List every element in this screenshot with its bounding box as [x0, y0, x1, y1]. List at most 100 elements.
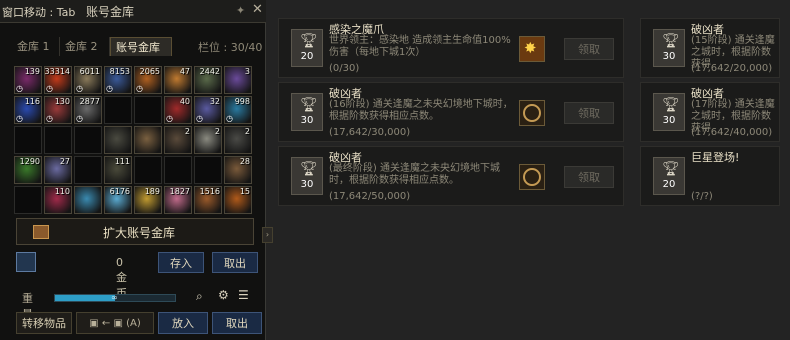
storage-item-slot[interactable]: 139 ◷ [14, 66, 42, 94]
storage-item-slot[interactable]: 2877 ◷ [74, 96, 102, 124]
storage-item-slot[interactable]: 6011 ◷ [74, 66, 102, 94]
storage-item-slot[interactable] [104, 126, 132, 154]
item-count: 139 [24, 67, 40, 76]
weight-bar: ∞ [54, 293, 176, 302]
clock-icon: ◷ [226, 114, 233, 123]
item-count: 1516 [199, 187, 220, 196]
expand-storage-button[interactable]: 扩大账号金库 [16, 218, 254, 245]
claim-button[interactable]: 领取 [564, 102, 614, 124]
gear-icon[interactable]: ⚙ [218, 288, 229, 302]
storage-item-slot[interactable]: 40 ◷ [164, 96, 192, 124]
withdraw-button[interactable]: 取出 [212, 252, 258, 273]
storage-empty-slot[interactable] [164, 156, 192, 184]
storage-item-slot[interactable]: 28 [224, 156, 252, 184]
storage-item-slot[interactable]: 998 ◷ [224, 96, 252, 124]
achievement-desc: (最终阶段) 通关逢魔之未央幻境地下城时，根据阶数获得相应点数。 [329, 163, 500, 186]
transfer-mode-toggle[interactable]: ▣ ← ▣ (A) [76, 312, 154, 334]
trophy-icon: 🏆︎ [662, 97, 680, 113]
reward-item[interactable]: ✸ [519, 36, 545, 62]
storage-empty-slot[interactable] [14, 186, 42, 214]
storage-item-slot[interactable]: 27 [44, 156, 72, 184]
storage-item-slot[interactable]: 1290 [14, 156, 42, 184]
put-in-button[interactable]: 放入 [158, 312, 208, 334]
achievement-points: 20 [662, 179, 676, 190]
achievement-card: 🏆︎ 30 破凶者 (15阶段) 通关逢魔之城时，根据阶数获得 (17,642/20,0… [640, 18, 780, 78]
storage-empty-slot[interactable] [14, 126, 42, 154]
list-icon[interactable]: ☰ [238, 288, 249, 302]
storage-item-slot[interactable]: 2065 ◷ [134, 66, 162, 94]
achievement-desc: 世界领主：感染地 造成领主生命值100%伤害（每地下城1次） [329, 35, 511, 58]
storage-item-slot[interactable]: 116 ◷ [14, 96, 42, 124]
achievement-title: 巨星登场! [691, 151, 740, 164]
storage-empty-slot[interactable] [74, 156, 102, 184]
storage-item-slot[interactable]: 32 ◷ [194, 96, 222, 124]
item-count: 130 [54, 97, 70, 106]
storage-empty-slot[interactable] [104, 96, 132, 124]
search-icon[interactable]: ⌕ [196, 289, 203, 304]
achievement-progress: (17,642/20,000) [691, 63, 773, 74]
storage-item-slot[interactable]: 2 [224, 126, 252, 154]
storage-item-slot[interactable]: 130 ◷ [44, 96, 72, 124]
storage-item-slot[interactable]: 2 [194, 126, 222, 154]
storage-item-slot[interactable] [74, 186, 102, 214]
item-count: 28 [239, 157, 250, 166]
trophy-icon: 🏆︎ [300, 161, 318, 177]
item-count: 3 [244, 67, 250, 76]
claim-button[interactable]: 领取 [564, 38, 614, 60]
tab-account-storage[interactable]: 账号金库 [110, 37, 172, 56]
storage-empty-slot[interactable] [194, 156, 222, 184]
storage-item-slot[interactable]: 1827 [164, 186, 192, 214]
achievement-progress: (17,642/30,000) [329, 127, 411, 138]
claim-button[interactable]: 领取 [564, 166, 614, 188]
item-count: 32 [209, 97, 220, 106]
item-count: 2877 [79, 97, 100, 106]
reward-item[interactable] [519, 100, 545, 126]
storage-item-slot[interactable]: 15 [224, 186, 252, 214]
item-count: 33314 [44, 67, 70, 76]
trophy-badge: 🏆︎ 30 [653, 29, 685, 67]
storage-empty-slot[interactable] [44, 126, 72, 154]
storage-item-slot[interactable]: 189 [134, 186, 162, 214]
storage-item-slot[interactable]: 8153 ◷ [104, 66, 132, 94]
item-count: 8153 [109, 67, 130, 76]
storage-item-slot[interactable]: 110 [44, 186, 72, 214]
storage-empty-slot[interactable] [74, 126, 102, 154]
storage-item-slot[interactable]: 111 [104, 156, 132, 184]
storage-empty-slot[interactable] [134, 156, 162, 184]
storage-item-slot[interactable]: 47 [164, 66, 192, 94]
achievement-card: 🏆︎ 20 感染之魔爪 世界领主：感染地 造成领主生命值100%伤害（每地下城1次）(… [278, 18, 624, 78]
tab-storage-1[interactable]: 金库 1 [12, 37, 60, 56]
deposit-button[interactable]: 存入 [158, 252, 204, 273]
trophy-badge: 🏆︎ 30 [291, 157, 323, 195]
collapse-handle-icon[interactable]: › [262, 227, 273, 243]
item-count: 110 [54, 187, 70, 196]
storage-item-slot[interactable]: 2442 [194, 66, 222, 94]
transfer-items-button[interactable]: 转移物品 [16, 312, 72, 334]
item-count: 116 [24, 97, 40, 106]
take-out-button[interactable]: 取出 [212, 312, 262, 334]
storage-empty-slot[interactable] [134, 96, 162, 124]
achievement-points: 30 [300, 115, 314, 126]
account-storage-window: 窗口移动 : Tab 账号金库 ✦ ✕ 金库 1 金库 2 账号金库 栏位 : … [0, 0, 266, 340]
storage-item-slot[interactable]: 33314 ◷ [44, 66, 72, 94]
storage-item-slot[interactable]: 2 [164, 126, 192, 154]
storage-item-slot[interactable]: 1516 [194, 186, 222, 214]
close-icon[interactable]: ✕ [252, 2, 263, 17]
storage-item-slot[interactable] [134, 126, 162, 154]
clock-icon: ◷ [46, 114, 53, 123]
storage-item-slot[interactable]: 6176 [104, 186, 132, 214]
window-title: 账号金库 [86, 5, 135, 19]
item-count: 2442 [199, 67, 220, 76]
window-titlebar[interactable]: 窗口移动 : Tab 账号金库 ✦ ✕ [0, 0, 266, 23]
clock-icon: ◷ [196, 114, 203, 123]
reward-item[interactable] [519, 164, 545, 190]
pin-icon[interactable]: ✦ [236, 4, 245, 17]
tab-storage-2[interactable]: 金库 2 [60, 37, 110, 56]
achievement-desc: (16阶段) 通关逢魔之未央幻境地下城时，根据阶数获得相应点数。 [329, 99, 513, 122]
storage-item-slot[interactable]: 3 [224, 66, 252, 94]
item-count: 6176 [109, 187, 130, 196]
gold-icon [16, 252, 36, 272]
clock-icon: ◷ [166, 114, 173, 123]
item-count: 998 [234, 97, 250, 106]
item-count: 1290 [19, 157, 40, 166]
